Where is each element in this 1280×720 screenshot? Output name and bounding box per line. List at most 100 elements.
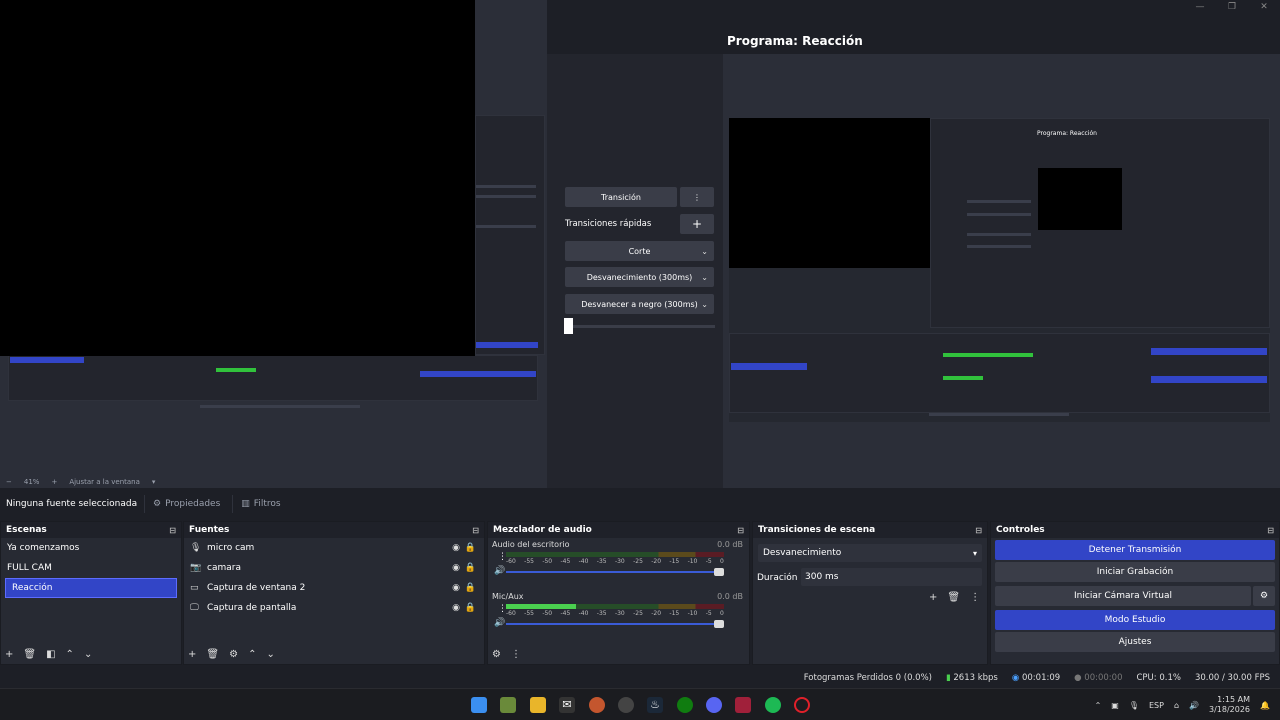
browser-icon[interactable] (589, 697, 605, 713)
app-icon[interactable] (735, 697, 751, 713)
scale-tick: -35 (596, 610, 607, 617)
eye-icon[interactable]: ◉ (452, 563, 460, 573)
close-button[interactable]: ✕ (1248, 0, 1280, 14)
trash-icon[interactable]: 🗑 (206, 649, 219, 660)
opera-icon[interactable] (794, 697, 810, 713)
quick-transition-fade[interactable]: Desvanecimiento (300ms) ⌄ (565, 267, 714, 287)
filters-button[interactable]: ▥ Filtros (232, 495, 288, 513)
volume-knob[interactable] (714, 620, 724, 628)
minecraft-icon[interactable] (500, 697, 516, 713)
obs-window: — ❐ ✕ − 41% + Ajustar a la ventana ▾ Tra… (0, 0, 1280, 720)
lock-icon[interactable]: 🔒 (465, 603, 476, 613)
add-icon[interactable]: + (188, 649, 196, 660)
filter-icon[interactable]: ◧ (46, 649, 55, 660)
network-icon[interactable]: ⌂ (1174, 701, 1179, 710)
clock-date: 3/18/2026 (1209, 705, 1251, 714)
tbar-handle[interactable] (564, 318, 573, 334)
chevron-down-icon: ⌄ (701, 272, 708, 282)
scale-tick: -55 (524, 558, 534, 565)
transition-button[interactable]: Transición (565, 187, 677, 207)
gear-icon[interactable]: ⚙ (1253, 586, 1275, 606)
source-item[interactable]: 🎙 micro cam ◉ 🔒 (184, 538, 484, 558)
duration-spinbox[interactable]: 300 ms (801, 568, 982, 586)
scene-item-selected[interactable]: Reacción (5, 578, 177, 598)
start-recording-button[interactable]: Iniciar Grabación (995, 562, 1275, 582)
volume-slider[interactable] (506, 568, 724, 576)
preview-black-source (0, 0, 475, 356)
notification-icon[interactable]: 🔔 (1260, 701, 1270, 710)
chevron-down-icon[interactable]: ⌄ (84, 649, 92, 660)
add-icon[interactable]: + (5, 649, 13, 660)
obs-icon[interactable] (618, 697, 634, 713)
language-indicator[interactable]: ESP (1149, 701, 1164, 710)
tray-app-icon[interactable]: ▣ (1111, 701, 1119, 710)
speaker-icon[interactable]: 🔊 (494, 566, 505, 576)
maximize-button[interactable]: ❐ (1216, 0, 1248, 14)
discord-icon[interactable] (706, 697, 722, 713)
more-options-icon[interactable]: ⋮ (970, 592, 980, 603)
steam-icon[interactable]: ♨ (647, 697, 663, 713)
chevron-up-icon[interactable]: ⌃ (1095, 701, 1102, 710)
windows-start-icon[interactable] (471, 697, 487, 713)
lock-icon[interactable]: 🔒 (465, 583, 476, 593)
volume-icon[interactable]: 🔊 (1189, 701, 1199, 710)
gear-icon[interactable]: ⚙ (229, 649, 238, 660)
spotify-icon[interactable] (765, 697, 781, 713)
dock-menu-icon[interactable]: ⊟ (975, 526, 982, 535)
settings-button[interactable]: Ajustes (995, 632, 1275, 652)
volume-knob[interactable] (714, 568, 724, 576)
eye-icon[interactable]: ◉ (452, 583, 460, 593)
source-item[interactable]: 🖵 Captura de pantalla ◉ 🔒 (184, 598, 484, 618)
scene-transitions-dock: Transiciones de escena ⊟ Desvanecimiento … (752, 521, 988, 665)
chevron-up-icon[interactable]: ⌃ (248, 649, 256, 660)
source-item[interactable]: ▭ Captura de ventana 2 ◉ 🔒 (184, 578, 484, 598)
more-options-icon[interactable]: ⋮ (680, 187, 714, 207)
chevron-down-icon: ▾ (972, 548, 977, 558)
volume-slider[interactable] (506, 620, 724, 628)
add-icon[interactable]: + (929, 592, 937, 603)
gear-icon: ⚙ (153, 499, 162, 509)
mic-icon[interactable]: 🎙 (1129, 701, 1139, 710)
fit-to-window[interactable]: Ajustar a la ventana (69, 478, 140, 486)
scenes-dock: Escenas ⊟ Ya comenzamos FULL CAM Reacción… (0, 521, 182, 665)
mail-icon[interactable]: ✉ (559, 697, 575, 713)
chevron-down-icon[interactable]: ▾ (152, 478, 156, 486)
chevron-down-icon[interactable]: ⌄ (266, 649, 274, 660)
transition-select[interactable]: Desvanecimiento ▾ (758, 544, 982, 562)
dock-menu-icon[interactable]: ⊟ (472, 526, 479, 535)
dock-menu-icon[interactable]: ⊟ (1267, 526, 1274, 535)
add-icon[interactable]: + (680, 214, 714, 234)
quick-transition-cut[interactable]: Corte ⌄ (565, 241, 714, 261)
preview-canvas[interactable]: − 41% + Ajustar a la ventana ▾ (0, 0, 547, 488)
eye-icon[interactable]: ◉ (452, 603, 460, 613)
scene-item[interactable]: Ya comenzamos (1, 538, 181, 558)
level-fill (506, 604, 576, 609)
quick-transition-fade-black[interactable]: Desvanecer a negro (300ms) ⌄ (565, 294, 714, 314)
tbar-track[interactable] (565, 325, 715, 328)
folder-icon[interactable] (530, 697, 546, 713)
dock-menu-icon[interactable]: ⊟ (169, 526, 176, 535)
clock[interactable]: 1:15 AM 3/18/2026 (1209, 695, 1250, 715)
channel-db: 0.0 dB (717, 592, 743, 601)
studio-mode-button[interactable]: Modo Estudio (995, 610, 1275, 630)
lock-icon[interactable]: 🔒 (465, 543, 476, 553)
eye-icon[interactable]: ◉ (452, 543, 460, 553)
minimize-button[interactable]: — (1184, 0, 1216, 14)
stop-streaming-button[interactable]: Detener Transmisión (995, 540, 1275, 560)
properties-button[interactable]: ⚙ Propiedades (144, 495, 228, 513)
more-options-icon[interactable]: ⋮ (511, 649, 521, 660)
lock-icon[interactable]: 🔒 (465, 563, 476, 573)
source-item[interactable]: 📷 camara ◉ 🔒 (184, 558, 484, 578)
controls-dock: Controles ⊟ Detener Transmisión Iniciar G… (990, 521, 1280, 665)
trash-icon[interactable]: 🗑 (947, 592, 960, 603)
start-virtual-camera-button[interactable]: Iniciar Cámara Virtual (995, 586, 1251, 606)
dock-menu-icon[interactable]: ⊟ (737, 526, 744, 535)
xbox-icon[interactable] (677, 697, 693, 713)
scene-item[interactable]: FULL CAM (1, 558, 181, 578)
scale-tick: -40 (578, 610, 589, 617)
trash-icon[interactable]: 🗑 (23, 649, 36, 660)
zoom-level: 41% (23, 478, 40, 486)
speaker-icon[interactable]: 🔊 (494, 618, 505, 628)
advanced-audio-icon[interactable]: ⚙ (492, 649, 501, 660)
chevron-up-icon[interactable]: ⌃ (66, 649, 74, 660)
